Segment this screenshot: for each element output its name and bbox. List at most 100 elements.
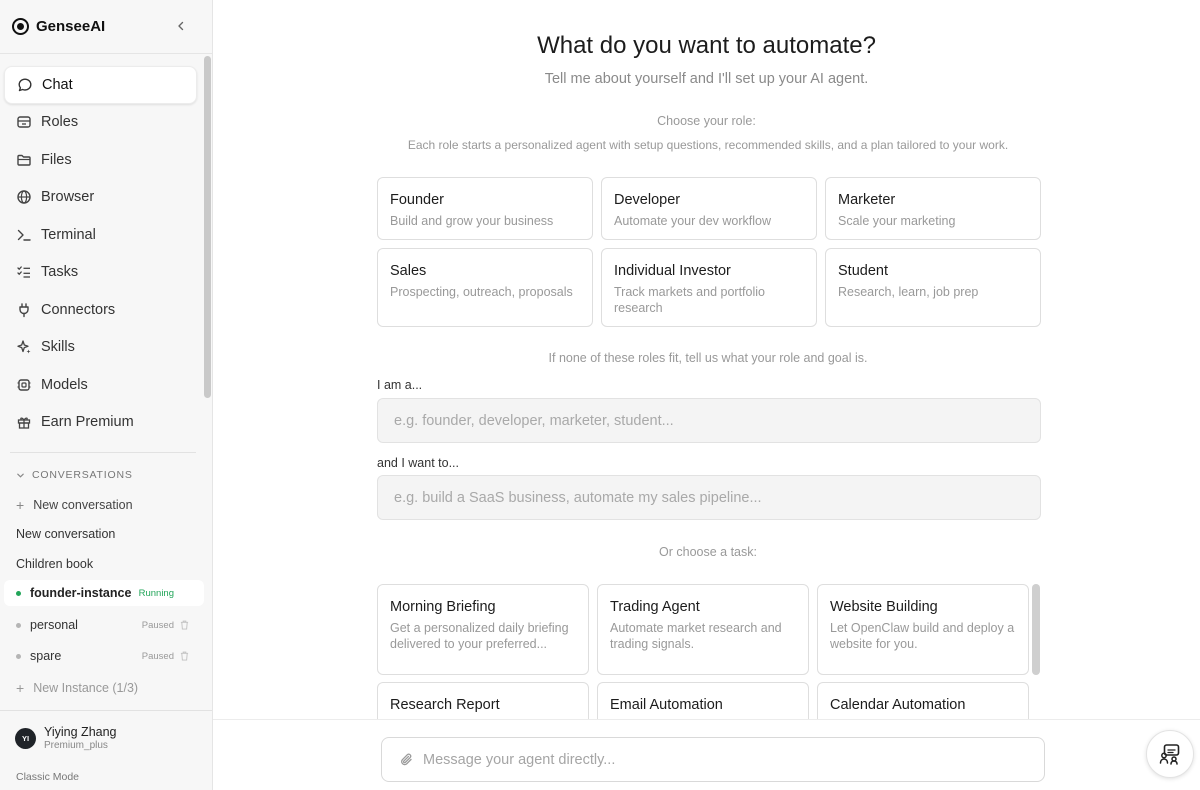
role-title: Student	[838, 263, 888, 279]
user-profile[interactable]: YI Yiying Zhang Premium_plus	[15, 725, 117, 752]
task-list-scrollbar[interactable]	[1032, 584, 1040, 675]
nav-item-skills[interactable]: Skills	[4, 329, 197, 367]
nav-item-label: Roles	[41, 114, 79, 131]
chevron-down-icon	[17, 473, 24, 478]
role-card-individual-investor[interactable]: Individual Investor Track markets and po…	[601, 248, 817, 327]
instance-name: personal	[30, 618, 78, 632]
folder-icon	[15, 151, 33, 169]
roles-icon	[15, 113, 33, 131]
nav-item-earn-premium[interactable]: Earn Premium	[4, 404, 197, 442]
instance-name: founder-instance	[30, 586, 132, 600]
status-dot-icon	[16, 590, 21, 596]
task-card-morning-briefing[interactable]: Morning Briefing Get a personalized dail…	[377, 584, 589, 675]
nav-item-label: Browser	[41, 189, 95, 206]
chip-icon	[15, 376, 33, 394]
nav-item-models[interactable]: Models	[4, 366, 197, 404]
sidebar-divider	[0, 710, 212, 711]
role-card-student[interactable]: Student Research, learn, job prep	[825, 248, 1041, 327]
role-description: Each role starts a personalized agent wi…	[407, 138, 1009, 152]
message-bar: Message your agent directly...	[213, 719, 1200, 790]
role-card-sales[interactable]: Sales Prospecting, outreach, proposals	[377, 248, 593, 327]
instance-item-spare[interactable]: spare Paused	[4, 643, 204, 669]
nav-item-label: Terminal	[41, 226, 96, 243]
paperclip-icon[interactable]	[400, 752, 414, 768]
trash-icon[interactable]	[180, 620, 189, 630]
task-title: Calendar Automation	[830, 697, 966, 713]
role-desc: Automate your dev workflow	[614, 214, 772, 228]
new-instance-label: New Instance (1/3)	[33, 681, 139, 695]
avatar: YI	[15, 728, 36, 749]
globe-icon	[15, 188, 33, 206]
task-desc: Get a personalized daily briefing delive…	[390, 621, 569, 651]
terminal-icon	[15, 226, 33, 244]
help-chat-button[interactable]	[1146, 730, 1194, 778]
trash-icon[interactable]	[180, 651, 189, 661]
new-instance-button[interactable]: + New Instance (1/3)	[16, 680, 138, 696]
role-desc: Track markets and portfolio research	[614, 285, 765, 315]
nav-item-terminal[interactable]: Terminal	[4, 216, 197, 254]
nav-item-browser[interactable]: Browser	[4, 179, 197, 217]
nav-item-label: Files	[41, 151, 72, 168]
tasks-icon	[15, 263, 33, 281]
role-desc: Build and grow your business	[390, 214, 554, 228]
instance-item-personal[interactable]: personal Paused	[4, 612, 204, 638]
role-title: Individual Investor	[614, 263, 731, 279]
role-input[interactable]: e.g. founder, developer, marketer, stude…	[377, 398, 1041, 443]
role-title: Founder	[390, 192, 445, 208]
goal-label: and I want to...	[377, 456, 459, 470]
task-title: Morning Briefing	[390, 599, 496, 615]
sparkle-icon	[15, 338, 33, 356]
sidebar-scrollbar[interactable]	[204, 56, 211, 398]
status-dot-icon	[16, 653, 21, 659]
role-card-founder[interactable]: Founder Build and grow your business	[377, 177, 593, 240]
task-title: Website Building	[830, 599, 938, 615]
message-input[interactable]: Message your agent directly...	[381, 737, 1045, 782]
nav-item-label: Tasks	[41, 264, 79, 281]
role-card-marketer[interactable]: Marketer Scale your marketing	[825, 177, 1041, 240]
instance-item-founder[interactable]: founder-instance Running	[4, 580, 204, 606]
nav-item-label: Earn Premium	[41, 414, 134, 431]
conversation-item[interactable]: New conversation	[16, 527, 115, 541]
nav-item-label: Skills	[41, 339, 75, 356]
plus-icon: +	[16, 680, 25, 696]
nav-item-files[interactable]: Files	[4, 141, 197, 179]
task-title: Research Report	[390, 697, 500, 713]
role-desc: Research, learn, job prep	[838, 285, 979, 299]
goal-input[interactable]: e.g. build a SaaS business, automate my …	[377, 475, 1041, 520]
plug-icon	[15, 301, 33, 319]
brand-header: GenseeAI	[0, 0, 212, 54]
chat-icon	[16, 76, 34, 94]
new-conversation-button[interactable]: + New conversation	[16, 497, 133, 513]
nav-item-connectors[interactable]: Connectors	[4, 291, 197, 329]
choose-task-label: Or choose a task:	[659, 545, 757, 559]
classic-mode-link[interactable]: Classic Mode	[16, 771, 79, 783]
new-conversation-label: New conversation	[33, 498, 133, 512]
page-title: What do you want to automate?	[537, 32, 876, 59]
chevron-left-icon	[178, 21, 184, 31]
role-desc: Prospecting, outreach, proposals	[390, 285, 573, 299]
collapse-sidebar-button[interactable]	[172, 17, 190, 35]
support-chat-icon	[1159, 744, 1180, 765]
nav-item-label: Models	[41, 376, 88, 393]
iam-label: I am a...	[377, 378, 423, 392]
instance-name: spare	[30, 649, 62, 663]
conversation-item[interactable]: Children book	[16, 557, 93, 571]
sidebar-divider	[10, 452, 196, 453]
plus-icon: +	[16, 497, 25, 513]
instance-status: Paused	[141, 650, 174, 662]
nav-item-roles[interactable]: Roles	[4, 104, 197, 142]
task-title: Email Automation	[610, 697, 723, 713]
main-content: What do you want to automate? Tell me ab…	[213, 0, 1200, 790]
task-card-trading-agent[interactable]: Trading Agent Automate market research a…	[597, 584, 809, 675]
nav-item-tasks[interactable]: Tasks	[4, 254, 197, 292]
nav-item-label: Connectors	[41, 301, 116, 318]
user-plan: Premium_plus	[44, 740, 108, 751]
role-card-developer[interactable]: Developer Automate your dev workflow	[601, 177, 817, 240]
conversations-header[interactable]: CONVERSATIONS	[16, 469, 133, 481]
task-desc: Let OpenClaw build and deploy a website …	[830, 621, 1015, 651]
task-card-website-building[interactable]: Website Building Let OpenClaw build and …	[817, 584, 1029, 675]
message-placeholder: Message your agent directly...	[423, 751, 616, 768]
conversations-header-label: CONVERSATIONS	[32, 469, 133, 481]
nav-item-chat[interactable]: Chat	[4, 66, 197, 104]
status-dot-icon	[16, 622, 21, 628]
